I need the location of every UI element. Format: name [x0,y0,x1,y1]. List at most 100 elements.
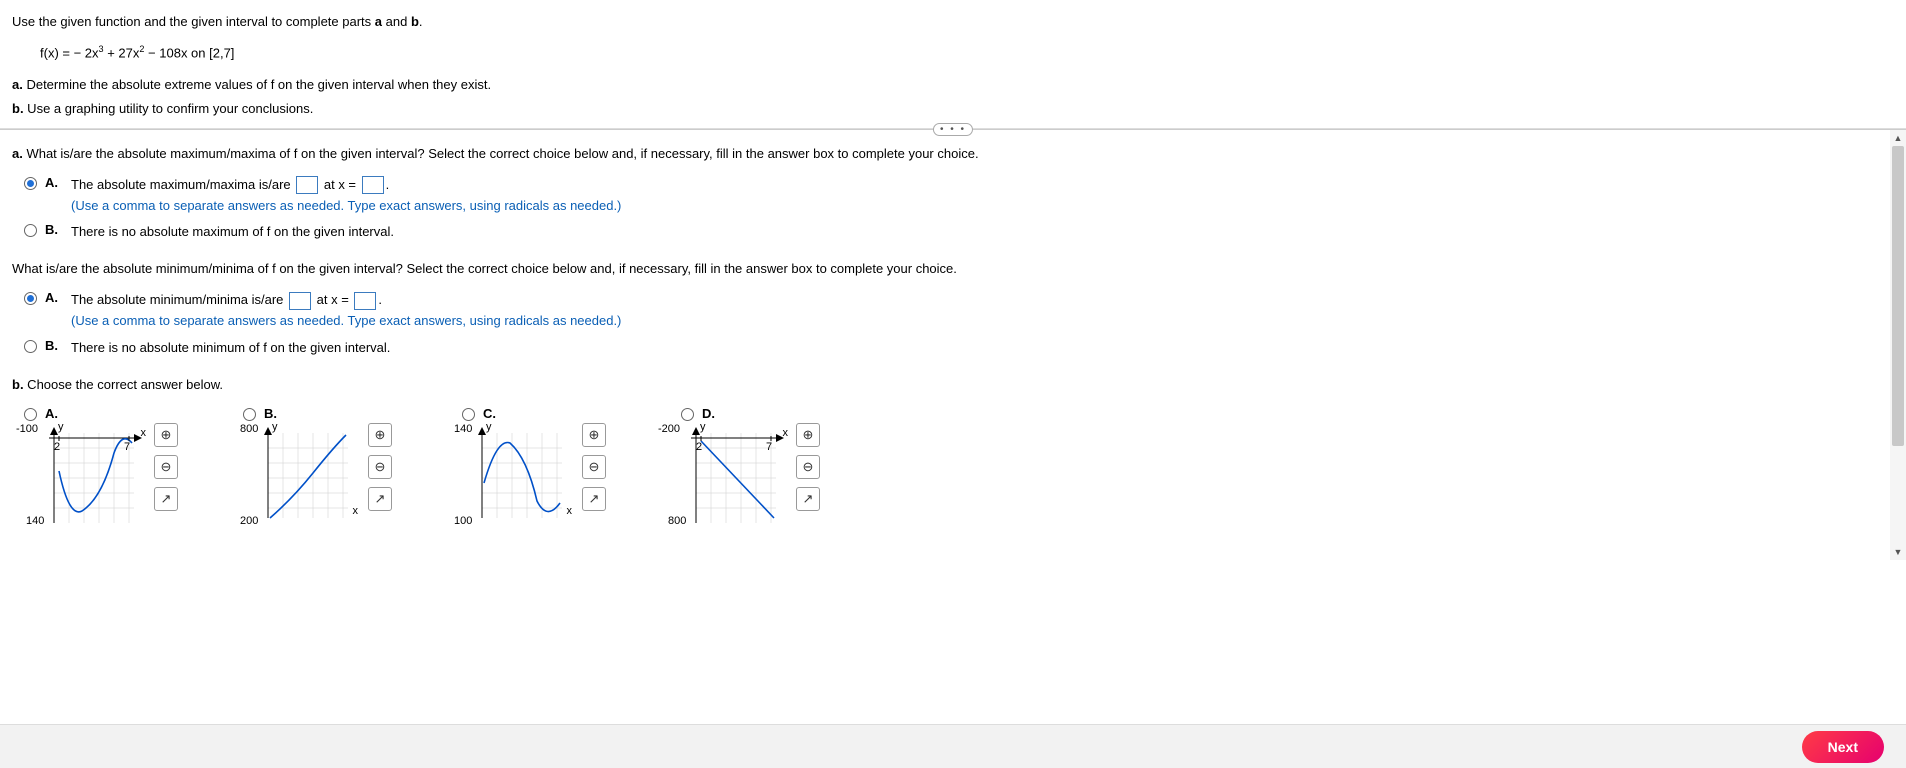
scroll-thumb[interactable] [1892,146,1904,446]
x-tick-2: 2 [54,441,60,453]
y-bot: 100 [454,515,472,527]
x-axis-label: x [567,505,573,517]
graph-choice-a: A. [24,406,63,421]
label: a. [12,77,23,92]
intro-line: Use the given function and the given int… [12,10,1894,33]
graph-c-tools: ⊕ ⊖ ↗ [582,423,606,511]
label: b. [12,377,24,392]
graph-b-area: 800 y x 200 ⊕ ⊖ ↗ [238,423,392,527]
answer-input-min-x[interactable] [354,292,376,310]
part-b-line: b. Use a graphing utility to confirm you… [12,97,1894,120]
label: a. [12,146,23,161]
radio-q1-b[interactable] [24,224,37,237]
radio-q1-a[interactable] [24,177,37,190]
y-axis-label: y [58,421,64,433]
text: at x = [320,177,359,192]
next-button[interactable]: Next [1802,731,1884,763]
graph-b: 800 y x 200 [238,423,358,527]
scrollbar[interactable]: ▲ ▼ [1890,130,1906,560]
zoom-in-icon[interactable]: ⊕ [368,423,392,447]
y-top: -100 [16,423,38,435]
text: . [378,292,382,307]
zoom-out-icon[interactable]: ⊖ [796,455,820,479]
zoom-in-icon[interactable]: ⊕ [154,423,178,447]
graph-b-tools: ⊕ ⊖ ↗ [368,423,392,511]
graph-a-area: -100 y x 2 7 140 [24,423,178,527]
graph-c: 140 y x 100 [452,423,572,527]
text: . [386,177,390,192]
y-bot: 800 [668,515,686,527]
scroll-track[interactable] [1890,146,1906,544]
choice-body: The absolute minimum/minima is/are at x … [71,290,1894,332]
open-icon[interactable]: ↗ [154,487,178,511]
question-header: Use the given function and the given int… [0,0,1906,129]
radio-qb-c[interactable] [462,408,475,421]
text: + 27x [104,46,140,61]
text: The absolute maximum/maxima is/are [71,177,294,192]
text: Determine the absolute extreme values of… [23,77,491,92]
graph-a-tools: ⊕ ⊖ ↗ [154,423,178,511]
zoom-in-icon[interactable]: ⊕ [582,423,606,447]
scroll-down-icon[interactable]: ▼ [1890,544,1906,560]
graph-a: -100 y x 2 7 140 [24,423,144,527]
q2-prompt: What is/are the absolute minimum/minima … [12,261,1894,276]
graph-choice-b: B. [243,406,282,421]
y-top: -200 [658,423,680,435]
x-tick-7: 7 [766,441,772,453]
radio-qb-b[interactable] [243,408,256,421]
text: What is/are the absolute maximum/maxima … [23,146,979,161]
qb-prompt: b. Choose the correct answer below. [12,377,1894,392]
x-tick-7: 7 [124,441,130,453]
y-bot: 140 [26,515,44,527]
choice-body: The absolute maximum/maxima is/are at x … [71,175,1894,217]
bold-a: a [375,14,382,29]
choice-label: D. [702,406,720,421]
x-axis-label: x [141,427,147,439]
choice-label: A. [45,406,63,421]
zoom-out-icon[interactable]: ⊖ [154,455,178,479]
graph-choice-d: D. [681,406,720,421]
text: The absolute minimum/minima is/are [71,292,287,307]
graph-d-tools: ⊕ ⊖ ↗ [796,423,820,511]
y-bot: 200 [240,515,258,527]
text: and [382,14,411,29]
x-tick-2: 2 [696,441,702,453]
open-icon[interactable]: ↗ [368,487,392,511]
hint-text: (Use a comma to separate answers as need… [71,311,1894,332]
radio-qb-d[interactable] [681,408,694,421]
y-top: 800 [240,423,258,435]
text: − 108x on [2,7] [144,46,234,61]
radio-qb-a[interactable] [24,408,37,421]
radio-q2-b[interactable] [24,340,37,353]
choice-label: A. [45,290,63,305]
label: b. [12,101,24,116]
radio-q2-a[interactable] [24,292,37,305]
y-axis-label: y [700,421,706,433]
text: There is no absolute minimum of f on the… [71,338,1894,359]
choice-label: A. [45,175,63,190]
q1-choice-b: B. There is no absolute maximum of f on … [24,222,1894,243]
answer-input-max-x[interactable] [362,176,384,194]
y-axis-label: y [272,421,278,433]
graph-d: -200 y x 2 7 800 [666,423,786,527]
graph-choices-row: A. B. C. D. [24,406,1894,421]
zoom-out-icon[interactable]: ⊖ [368,455,392,479]
open-icon[interactable]: ↗ [796,487,820,511]
zoom-out-icon[interactable]: ⊖ [582,455,606,479]
open-icon[interactable]: ↗ [582,487,606,511]
text: f(x) = − 2x [40,46,99,61]
x-axis-label: x [353,505,359,517]
scroll-up-icon[interactable]: ▲ [1890,130,1906,146]
graph-c-area: 140 y x 100 ⊕ ⊖ ↗ [452,423,606,527]
text: . [419,14,423,29]
footer-bar: Next [0,724,1906,768]
text: Use the given function and the given int… [12,14,375,29]
zoom-in-icon[interactable]: ⊕ [796,423,820,447]
text: There is no absolute maximum of f on the… [71,222,1894,243]
answer-input-max-value[interactable] [296,176,318,194]
bold-b: b [411,14,419,29]
answer-area: a. What is/are the absolute maximum/maxi… [0,130,1906,560]
hint-text: (Use a comma to separate answers as need… [71,196,1894,217]
answer-input-min-value[interactable] [289,292,311,310]
function-expr: f(x) = − 2x3 + 27x2 − 108x on [2,7] [40,41,1894,65]
